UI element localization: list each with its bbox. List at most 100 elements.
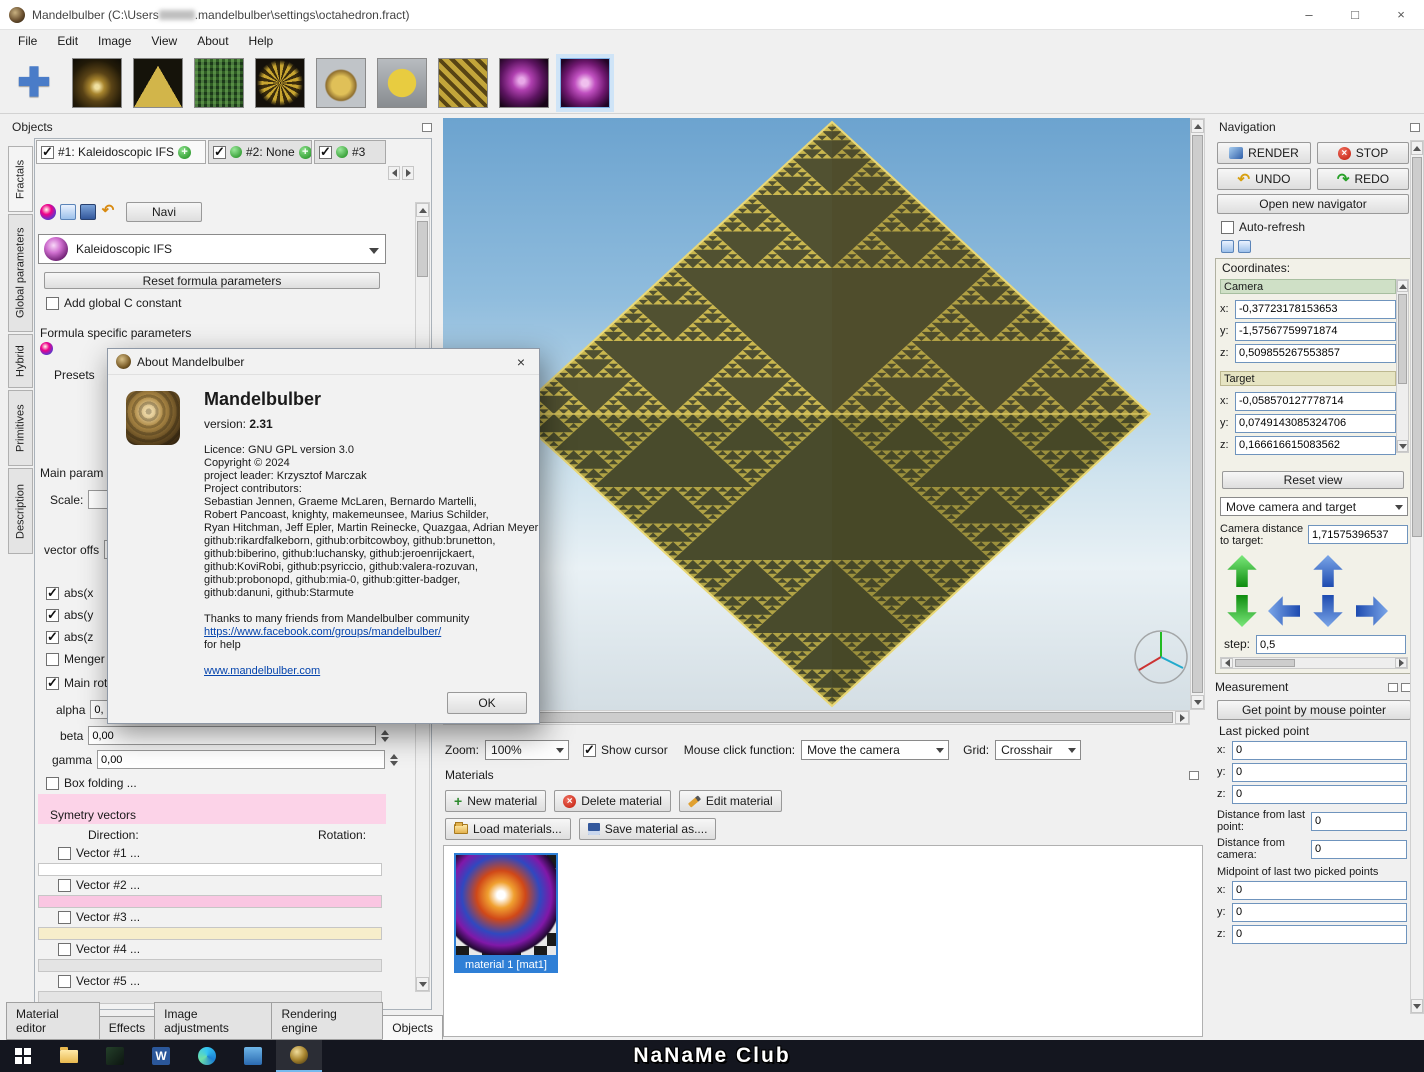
formula-undo-icon[interactable]: ↶ [100,203,116,220]
show-cursor-checkbox[interactable] [583,742,597,758]
toolbar-preset-ifs-flower-icon[interactable] [255,57,305,108]
move-backward-arrow[interactable] [1226,595,1258,627]
vector-2-checkbox[interactable] [58,878,71,892]
ok-button[interactable]: OK [447,692,527,714]
menu-about[interactable]: About [187,32,238,50]
undock-panel-icon[interactable] [1410,122,1420,132]
toolbar-preset-sierpinski-icon[interactable] [133,57,183,108]
fractal-slot-tab-1[interactable]: #1: Kaleidoscopic IFS [36,140,206,164]
slot-scroll-left-icon[interactable] [388,166,400,180]
gamma-spinner[interactable] [390,753,401,766]
open-navigator-button[interactable]: Open new navigator [1217,194,1409,214]
copy-settings-icon[interactable] [1221,240,1234,253]
scrollbar-thumb[interactable] [1192,135,1203,693]
move-mode-select[interactable]: Move camera and target [1220,497,1408,516]
tab-effects[interactable]: Effects [98,1016,156,1040]
slot2-enable-checkbox[interactable] [213,144,226,160]
save-formula-icon[interactable] [80,204,96,220]
move-up-arrow[interactable] [1313,555,1343,587]
point-z-input[interactable] [1232,784,1407,804]
navigation-scrollbar[interactable] [1410,140,1424,1014]
minimize-button[interactable]: – [1286,0,1332,30]
menu-image[interactable]: Image [88,32,141,50]
add-global-c-checkbox[interactable] [46,296,59,310]
point-x-input[interactable] [1232,740,1407,760]
grid-select[interactable]: Crosshair [995,740,1082,760]
tab-rendering-engine[interactable]: Rendering engine [271,1002,384,1040]
move-left-arrow[interactable] [1268,595,1300,627]
taskbar-app-icon-2[interactable] [230,1040,276,1072]
menu-file[interactable]: File [8,32,47,50]
abs-y-checkbox[interactable] [46,607,59,623]
auto-refresh-checkbox[interactable] [1221,220,1234,234]
render-viewport[interactable] [443,118,1190,710]
midpoint-y-input[interactable] [1232,902,1407,922]
slot3-enable-checkbox[interactable] [319,144,332,160]
undo-button[interactable]: ↶ UNDO [1217,168,1311,190]
vector-2-fields[interactable] [38,895,382,908]
reset-view-button[interactable]: Reset view [1222,471,1404,489]
delete-material-button[interactable]: Delete material [554,790,671,812]
tab-primitives[interactable]: Primitives [8,390,33,466]
slot2-add-icon[interactable] [298,145,311,159]
slot1-enable-checkbox[interactable] [41,144,54,160]
paste-settings-icon[interactable] [1238,240,1251,253]
move-right-arrow[interactable] [1356,595,1388,627]
point-y-input[interactable] [1232,762,1407,782]
render-button[interactable]: RENDER [1217,142,1311,164]
toolbar-preset-menger-green-icon[interactable] [194,57,244,108]
save-material-button[interactable]: Save material as.... [578,818,717,840]
slot-scroll-right-icon[interactable] [402,166,414,180]
vector-1-checkbox[interactable] [58,846,71,860]
formula-preview-icon[interactable] [40,204,56,220]
edit-material-button[interactable]: Edit material [678,790,782,812]
camera-y-input[interactable] [1235,321,1396,341]
undock-panel-icon[interactable] [422,122,432,132]
stop-button[interactable]: STOP [1317,142,1409,164]
scroll-down-icon[interactable] [416,977,429,991]
vector-4-checkbox[interactable] [58,942,71,956]
menu-view[interactable]: View [141,32,187,50]
slot1-add-icon[interactable] [178,145,192,159]
coordinates-scrollbar[interactable] [1396,279,1409,453]
menger-checkbox[interactable] [46,652,59,666]
move-forward-arrow[interactable] [1227,555,1257,587]
main-rotation-checkbox[interactable] [46,675,59,691]
maximize-button[interactable]: □ [1332,0,1378,30]
distance-last-input[interactable] [1311,811,1407,831]
scrollbar-thumb[interactable] [1398,294,1407,384]
scroll-right-icon[interactable] [1175,711,1189,724]
gamma-input[interactable] [97,750,386,769]
beta-input[interactable] [88,726,377,745]
navi-button[interactable]: Navi [126,202,202,222]
scroll-down-icon[interactable] [1191,695,1204,709]
toolbar-preset-menger-gold-icon[interactable] [438,57,488,108]
menu-edit[interactable]: Edit [47,32,88,50]
tab-hybrid[interactable]: Hybrid [8,334,33,388]
fractal-slot-tab-3[interactable]: #3 [314,140,386,164]
scrollbar-thumb[interactable] [417,221,428,277]
start-button[interactable] [0,1040,46,1072]
toolbar-preset-amazing-surf-icon[interactable] [316,57,366,108]
move-down-arrow[interactable] [1312,595,1344,627]
scroll-up-icon[interactable] [1191,119,1204,133]
scroll-down-icon[interactable] [1411,999,1423,1013]
scroll-up-icon[interactable] [1397,280,1408,292]
add-preset-button[interactable]: ✚ [12,60,56,106]
tab-global-parameters[interactable]: Global parameters [8,214,33,332]
target-x-input[interactable] [1235,391,1396,411]
tab-fractals[interactable]: Fractals [8,146,33,212]
website-link[interactable]: www.mandelbulber.com [204,665,538,678]
load-formula-icon[interactable] [60,204,76,220]
facebook-link[interactable]: https://www.facebook.com/groups/mandelbu… [204,626,538,639]
beta-spinner[interactable] [381,729,392,742]
scroll-down-icon[interactable] [1397,440,1408,452]
taskbar-browser-icon[interactable] [184,1040,230,1072]
render-vertical-scrollbar[interactable] [1190,118,1205,710]
toolbar-preset-menger-yellow-icon[interactable] [377,57,427,108]
dialog-close-button[interactable]: × [511,354,531,370]
target-z-input[interactable] [1235,435,1396,455]
camera-distance-input[interactable] [1308,525,1408,544]
tab-description[interactable]: Description [8,468,33,554]
scroll-left-icon[interactable] [1221,658,1233,668]
